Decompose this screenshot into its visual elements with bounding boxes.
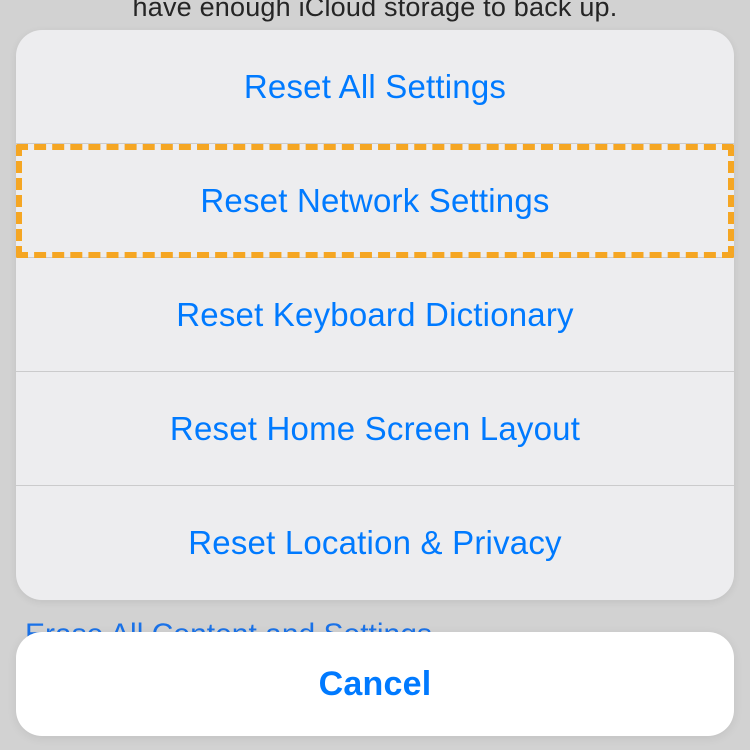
reset-location-privacy-button[interactable]: Reset Location & Privacy [16,486,734,600]
reset-all-settings-label: Reset All Settings [244,68,506,106]
reset-action-sheet: Reset All Settings Reset Network Setting… [16,30,734,600]
reset-home-screen-layout-button[interactable]: Reset Home Screen Layout [16,372,734,486]
reset-network-settings-button[interactable]: Reset Network Settings [16,144,734,258]
reset-keyboard-dictionary-label: Reset Keyboard Dictionary [176,296,574,334]
reset-keyboard-dictionary-button[interactable]: Reset Keyboard Dictionary [16,258,734,372]
cancel-button[interactable]: Cancel [16,632,734,736]
reset-location-privacy-label: Reset Location & Privacy [188,524,561,562]
reset-home-screen-layout-label: Reset Home Screen Layout [170,410,580,448]
reset-all-settings-button[interactable]: Reset All Settings [16,30,734,144]
background-info-text: have enough iCloud storage to back up. [0,0,750,23]
reset-network-settings-label: Reset Network Settings [200,182,549,220]
cancel-label: Cancel [319,665,432,704]
